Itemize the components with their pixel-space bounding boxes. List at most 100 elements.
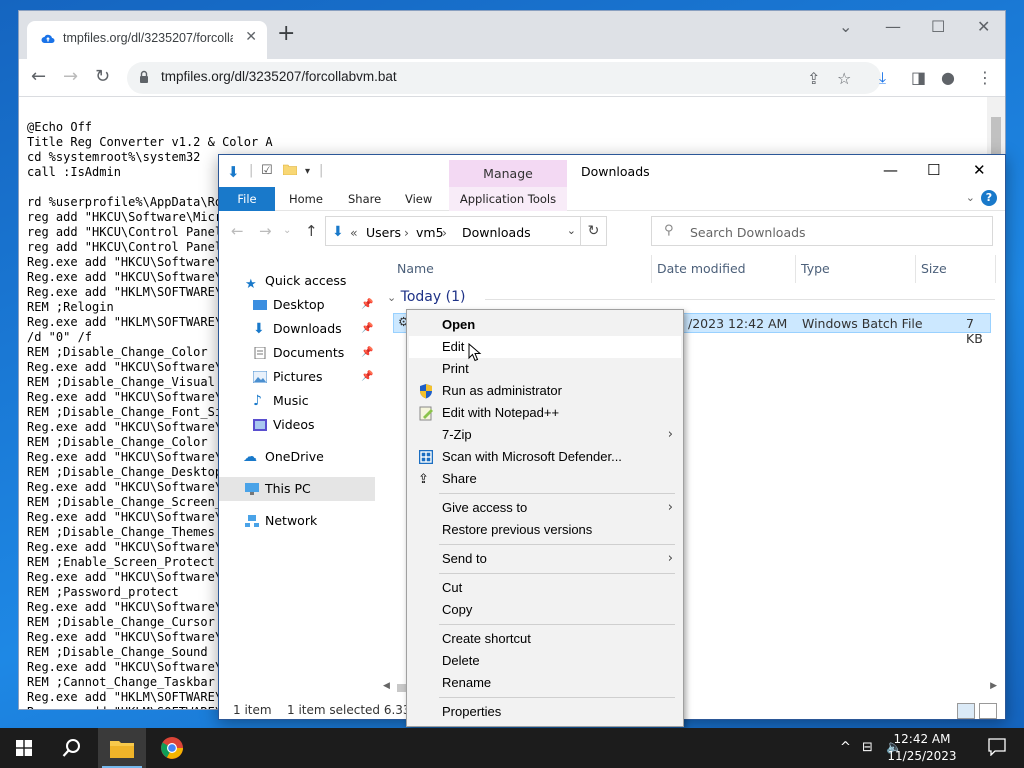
menu-item-scan-defender[interactable]: Scan with Microsoft Defender... xyxy=(409,446,681,468)
nav-documents[interactable]: Documents 📌 xyxy=(219,341,375,365)
back-icon[interactable]: ← xyxy=(31,67,46,87)
pin-icon[interactable]: 📌 xyxy=(361,293,373,317)
menu-item-cut[interactable]: Cut xyxy=(409,577,681,599)
column-divider[interactable] xyxy=(651,255,652,283)
nav-desktop[interactable]: Desktop 📌 xyxy=(219,293,375,317)
properties-icon[interactable]: ☑ xyxy=(261,163,273,178)
address-bar[interactable]: ⬇ « Users › vm5 › Downloads ⌄ ↻ xyxy=(325,216,607,246)
nav-downloads[interactable]: ⬇ Downloads 📌 xyxy=(219,317,375,341)
menu-item-properties[interactable]: Properties xyxy=(409,701,681,723)
address-dropdown-icon[interactable]: ⌄ xyxy=(567,224,576,237)
refresh-icon[interactable]: ↻ xyxy=(580,217,606,245)
menu-item-run-as-administrator[interactable]: Run as administrator xyxy=(409,380,681,402)
pin-icon[interactable]: 📌 xyxy=(361,365,373,389)
address-bar[interactable]: tmpfiles.org/dl/3235207/forcollabvm.bat … xyxy=(127,62,881,94)
qat-dropdown-icon[interactable]: ▾ xyxy=(305,166,310,177)
nav-this-pc[interactable]: This PC xyxy=(219,477,375,501)
profile-avatar-icon[interactable]: ● xyxy=(941,68,955,87)
search-input[interactable]: ⚲ Search Downloads xyxy=(651,216,993,246)
expand-ribbon-icon[interactable]: ⌄ xyxy=(966,191,975,204)
recent-locations-icon[interactable]: ⌄ xyxy=(283,225,291,236)
side-panel-icon[interactable]: ◨ xyxy=(911,68,926,87)
menu-item-restore-previous-versions[interactable]: Restore previous versions xyxy=(409,519,681,541)
mouse-cursor-icon xyxy=(468,343,482,362)
menu-item-open[interactable]: Open xyxy=(409,314,681,336)
code-line: Reg.exe add "HKLM\SOFTWARE\ xyxy=(27,315,223,329)
column-size[interactable]: Size xyxy=(921,257,947,281)
minimize-icon[interactable]: — xyxy=(883,161,898,179)
menu-item-copy[interactable]: Copy xyxy=(409,599,681,621)
nav-network[interactable]: Network xyxy=(219,509,375,533)
browser-tab[interactable]: tmpfiles.org/dl/3235207/forcollabvm.bat … xyxy=(27,21,267,59)
menu-item-share[interactable]: ⇪ Share xyxy=(409,468,681,490)
new-folder-icon[interactable] xyxy=(282,163,298,179)
column-divider[interactable] xyxy=(995,255,996,283)
column-divider[interactable] xyxy=(795,255,796,283)
menu-item-edit[interactable]: Edit xyxy=(409,336,681,358)
show-hidden-icons-icon[interactable]: ^ xyxy=(840,740,851,755)
nav-music[interactable]: ♪ Music xyxy=(219,389,375,413)
tab-close-icon[interactable]: ✕ xyxy=(245,29,257,45)
bookmark-star-icon[interactable]: ☆ xyxy=(837,69,851,88)
column-date-modified[interactable]: Date modified xyxy=(657,257,746,281)
pin-icon[interactable]: 📌 xyxy=(361,341,373,365)
forward-icon[interactable]: → xyxy=(259,222,272,240)
network-status-icon[interactable]: ⊟ xyxy=(862,740,873,755)
tab-share[interactable]: Share xyxy=(348,187,381,211)
column-divider[interactable] xyxy=(915,255,916,283)
column-type[interactable]: Type xyxy=(801,257,830,281)
nav-onedrive[interactable]: ☁ OneDrive xyxy=(219,445,375,469)
nav-pictures[interactable]: Pictures 📌 xyxy=(219,365,375,389)
tab-view[interactable]: View xyxy=(405,187,432,211)
breadcrumb-vm5[interactable]: vm5 xyxy=(416,225,444,240)
scroll-left-icon[interactable]: ◀ xyxy=(383,681,390,691)
taskbar-chrome[interactable] xyxy=(148,728,196,768)
details-view-icon[interactable] xyxy=(957,703,975,719)
forward-icon[interactable]: → xyxy=(63,67,78,87)
nav-quick-access[interactable]: ★ Quick access xyxy=(219,269,375,293)
menu-item-edit-with-notepadpp[interactable]: Edit with Notepad++ xyxy=(409,402,681,424)
taskbar-file-explorer[interactable] xyxy=(98,728,146,768)
menu-item-create-shortcut[interactable]: Create shortcut xyxy=(409,628,681,650)
menu-item-send-to[interactable]: Send to › xyxy=(409,548,681,570)
code-line: Reg.exe add "HKCU\Software\ xyxy=(27,660,223,674)
tab-application-tools[interactable]: Application Tools xyxy=(449,187,567,211)
menu-item-print[interactable]: Print xyxy=(409,358,681,380)
code-line: REM ;Disable_Change_Sound xyxy=(27,645,208,659)
menu-item-rename[interactable]: Rename xyxy=(409,672,681,694)
nav-videos[interactable]: Videos xyxy=(219,413,375,437)
close-window-icon[interactable]: ✕ xyxy=(977,17,990,36)
menu-item-give-access[interactable]: Give access to › xyxy=(409,497,681,519)
group-header-today[interactable]: ⌄ Today (1) xyxy=(387,289,465,305)
menu-icon[interactable]: ⋮ xyxy=(977,68,993,87)
large-icons-view-icon[interactable] xyxy=(979,703,997,719)
tab-file[interactable]: File xyxy=(219,187,275,211)
breadcrumb-users[interactable]: Users xyxy=(366,225,401,240)
column-name[interactable]: Name xyxy=(397,257,434,281)
breadcrumb-downloads[interactable]: Downloads xyxy=(462,225,531,240)
scroll-right-icon[interactable]: ▶ xyxy=(990,681,997,691)
maximize-icon[interactable]: ☐ xyxy=(931,17,945,36)
up-icon[interactable]: ↑ xyxy=(305,222,318,240)
back-icon[interactable]: ← xyxy=(231,222,244,240)
start-button[interactable] xyxy=(0,728,48,768)
help-icon[interactable]: ? xyxy=(981,190,997,206)
menu-item-delete[interactable]: Delete xyxy=(409,650,681,672)
search-button[interactable] xyxy=(48,728,96,768)
breadcrumb-overflow[interactable]: « xyxy=(350,225,358,240)
reload-icon[interactable]: ↻ xyxy=(95,67,110,87)
download-icon[interactable]: ⤓ xyxy=(879,68,886,88)
clock[interactable]: 12:42 AM 11/25/2023 xyxy=(882,731,962,765)
tab-home[interactable]: Home xyxy=(289,187,323,211)
maximize-icon[interactable]: ☐ xyxy=(927,161,940,179)
new-tab-icon[interactable]: + xyxy=(277,23,295,45)
pin-icon[interactable]: 📌 xyxy=(361,317,373,341)
close-window-icon[interactable]: ✕ xyxy=(973,161,986,179)
notification-center-icon[interactable] xyxy=(988,738,1006,756)
taskbar: ^ ⊟ 🔈 12:42 AM 11/25/2023 xyxy=(0,728,1024,768)
menu-item-7zip[interactable]: 7-Zip › xyxy=(409,424,681,446)
minimize-icon[interactable]: — xyxy=(885,17,901,36)
cloud-icon: ☁ xyxy=(243,449,257,465)
tab-search-icon[interactable]: ⌄ xyxy=(839,17,852,36)
share-icon[interactable]: ⇪ xyxy=(807,69,820,88)
